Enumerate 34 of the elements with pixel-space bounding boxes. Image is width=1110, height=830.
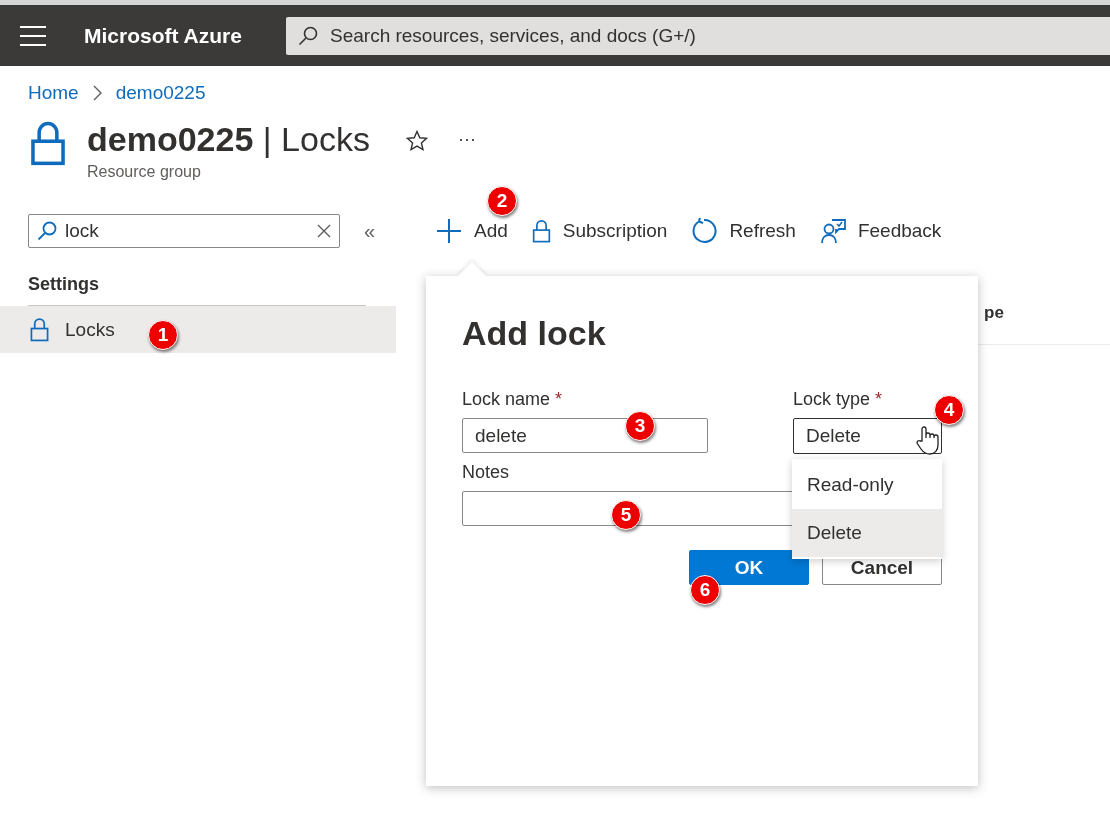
toolbar-button[interactable]: Add <box>436 218 508 244</box>
refresh-icon <box>691 218 718 244</box>
toolbar-button[interactable]: Refresh <box>691 218 796 244</box>
page-title: demo0225 | Locks <box>87 120 370 159</box>
search-icon <box>37 221 57 241</box>
toolbar-button[interactable]: Feedback <box>819 218 942 244</box>
breadcrumb-link[interactable]: Home <box>28 82 79 104</box>
toolbar-button[interactable]: Subscription <box>531 219 668 243</box>
menu-search-field[interactable]: lock <box>28 214 340 248</box>
lock-icon <box>30 120 66 166</box>
column-header: pe <box>984 303 1004 323</box>
clear-icon[interactable] <box>317 224 331 238</box>
feedback-icon <box>819 218 846 244</box>
collapse-button[interactable]: « <box>358 218 382 244</box>
search-icon <box>298 25 318 46</box>
lock-icon <box>531 219 551 243</box>
panel-title: Add lock <box>462 314 607 353</box>
breadcrumb-link[interactable]: demo0225 <box>115 82 206 104</box>
dropdown-option[interactable]: Read-only <box>792 461 942 509</box>
more-button[interactable]: ··· <box>451 128 482 151</box>
search-field[interactable]: Search resources, services, and docs (G+/) <box>286 16 1110 55</box>
page-subtitle: Resource group <box>87 163 202 181</box>
field-label: Lock name * <box>462 389 564 410</box>
field-label: Lock type * <box>793 389 884 410</box>
dropdown-option[interactable]: Delete <box>792 509 942 557</box>
step-marker: 2 <box>487 186 517 216</box>
menu-icon[interactable] <box>20 25 46 46</box>
plus-icon <box>436 218 462 244</box>
hand-cursor-icon <box>915 425 939 455</box>
chevron-icon <box>92 85 102 101</box>
lock-icon <box>30 317 49 342</box>
brand-name[interactable]: Microsoft Azure <box>84 23 286 48</box>
lock-type-dropdown[interactable]: Delete <box>793 418 942 454</box>
field-label: Notes <box>462 462 511 483</box>
